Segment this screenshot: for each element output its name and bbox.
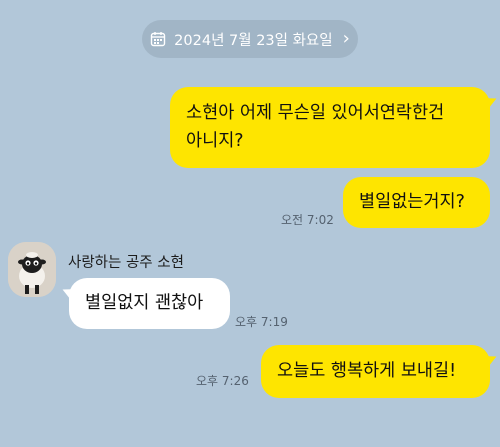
sender-name: 사랑하는 공주 소현: [68, 255, 184, 271]
message-time: 오전 7:02: [281, 213, 334, 227]
message-text: 별일없지 괜찮아: [85, 293, 204, 313]
message-text: 오늘도 행복하게 보내길!: [277, 361, 457, 381]
their-message-bubble[interactable]: 별일없지 괜찮아: [69, 278, 230, 329]
message-time: 오후 7:26: [196, 374, 249, 388]
message-text-line: 소현아 어제 무슨일 있어서연락한건: [186, 103, 445, 123]
sheep-plush-image: [8, 242, 56, 297]
my-message-bubble[interactable]: 별일없는거지?: [343, 177, 490, 228]
message-text: 별일없는거지?: [359, 192, 465, 212]
avatar[interactable]: [8, 242, 56, 297]
my-message-bubble[interactable]: 소현아 어제 무슨일 있어서연락한건 아니지?: [170, 87, 490, 168]
chevron-right-icon: ›: [342, 28, 350, 49]
calendar-icon: [150, 32, 166, 47]
date-header[interactable]: 2024년 7월 23일 화요일 ›: [142, 20, 358, 58]
date-label: 2024년 7월 23일 화요일: [174, 32, 333, 49]
my-message-bubble[interactable]: 오늘도 행복하게 보내길!: [261, 345, 490, 398]
message-text-line: 아니지?: [186, 131, 244, 151]
message-time: 오후 7:19: [235, 315, 288, 329]
